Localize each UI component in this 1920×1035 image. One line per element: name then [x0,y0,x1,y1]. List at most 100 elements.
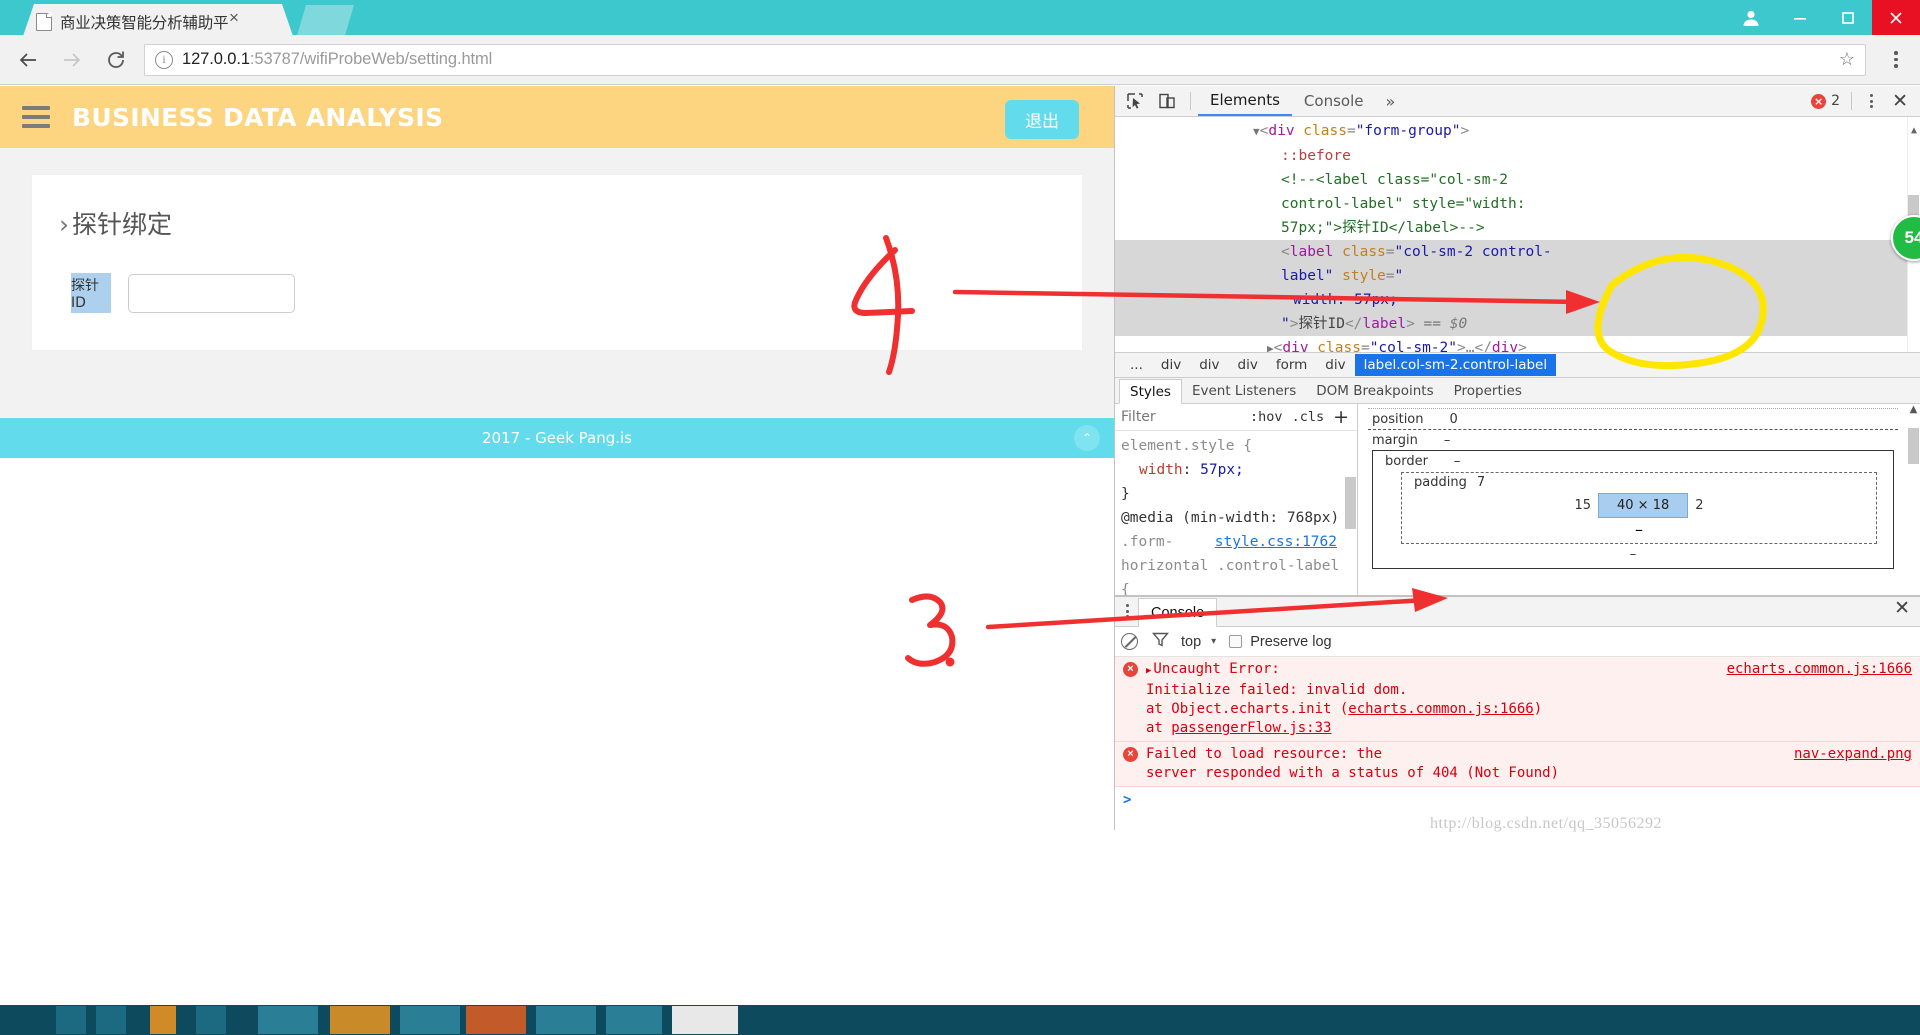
box-position-row: position 0 [1362,409,1920,429]
close-window-button[interactable] [1872,0,1920,35]
tab-event-listeners[interactable]: Event Listeners [1182,378,1306,403]
taskbar-icon[interactable] [150,1006,176,1034]
console-input-prompt[interactable]: > [1115,787,1920,814]
more-tabs-icon[interactable]: » [1375,92,1405,111]
maximize-button[interactable] [1824,0,1872,35]
taskbar-icon[interactable] [56,1006,86,1034]
taskbar-icon[interactable] [196,1006,226,1034]
dom-line[interactable]: label" style=" [1115,264,1920,288]
drawer-menu-icon[interactable] [1117,604,1138,626]
filter-funnel-icon[interactable] [1151,631,1170,653]
box-border-box: border – padding 7 15 40 × 18 2 – – [1372,450,1894,569]
chevron-down-icon[interactable]: ▾ [1211,636,1216,647]
tab-dom-breakpoints[interactable]: DOM Breakpoints [1306,378,1443,403]
console-messages[interactable]: × ▶ Uncaught Error: Initialize failed: in… [1115,657,1920,830]
breadcrumb-item[interactable]: div [1190,354,1228,376]
breadcrumb-item[interactable]: div [1152,354,1190,376]
dom-line[interactable]: ::before [1115,144,1920,168]
css-declaration[interactable]: width: 57px; [1121,458,1353,482]
console-line: Initialize failed: invalid dom. [1146,682,1408,698]
dom-line[interactable]: ▼<div class="form-group"> [1115,119,1920,144]
dom-tree[interactable]: ▼<div class="form-group"> ::before <!--<… [1115,117,1920,352]
minimize-button[interactable] [1776,0,1824,35]
tab-close-icon[interactable]: × [225,9,243,28]
box-margin-row: margin – [1362,430,1920,450]
styles-filter-input[interactable]: Filter [1121,409,1156,425]
breadcrumb-item[interactable]: div [1316,354,1354,376]
css-rule-selector-2[interactable]: style.css:1762 .form- [1121,530,1353,554]
preserve-log-checkbox[interactable] [1229,635,1243,648]
site-info-icon[interactable]: i [155,50,173,69]
drawer-close-icon[interactable]: ✕ [1894,597,1920,626]
profile-icon[interactable] [1726,0,1776,35]
taskbar-icon[interactable] [96,1006,126,1034]
logout-button[interactable]: 退出 [1005,100,1079,139]
css-scroll-thumb[interactable] [1345,477,1356,529]
css-source-link[interactable]: style.css:1762 [1215,530,1337,554]
probe-id-input[interactable] [128,273,295,313]
device-toolbar-icon[interactable] [1151,87,1183,115]
vscroll-up-icon[interactable]: ▲ [1907,404,1920,415]
reload-button-icon[interactable] [94,35,138,85]
collapse-chevron-icon[interactable]: ⌃ [1074,425,1100,451]
error-count-indicator[interactable]: × 2 [1811,93,1844,109]
taskbar-window[interactable] [606,1006,662,1034]
devtools-close-icon[interactable]: ✕ [1884,90,1916,112]
address-bar[interactable]: i 127.0.0.1:53787/wifiProbeWeb/setting.h… [144,43,1866,76]
tab-styles[interactable]: Styles [1119,379,1182,404]
clear-console-icon[interactable] [1121,633,1138,650]
console-source-link[interactable]: echarts.common.js:1666 [1727,660,1912,679]
new-style-rule-icon[interactable]: + [1333,406,1349,428]
console-message-error[interactable]: × ▶ Uncaught Error: Initialize failed: in… [1115,657,1920,742]
vscroll-thumb[interactable] [1908,428,1919,464]
toolbar-divider-2 [1851,92,1853,110]
inspect-element-icon[interactable] [1119,87,1151,115]
devtools-menu-icon[interactable] [1859,94,1884,108]
breadcrumb-item[interactable]: form [1267,354,1316,376]
scroll-up-icon[interactable]: ▲ [1908,117,1920,143]
drawer-tab-console[interactable]: Console [1138,598,1218,627]
console-line-stack-2: at passengerFlow.js:33 [1146,720,1332,736]
console-line: Failed to load resource: the [1146,746,1383,762]
console-source-link-2[interactable]: nav-expand.png [1794,745,1912,764]
console-line: Uncaught Error: [1153,661,1280,677]
taskbar-window[interactable] [400,1006,460,1034]
forward-button-icon[interactable] [50,35,94,85]
dom-line[interactable]: <!--<label class="col-sm-2 [1115,168,1920,192]
bookmark-star-icon[interactable]: ☆ [1839,49,1855,70]
box-border-value: – [1453,454,1461,469]
dom-line[interactable]: control-label" style="width: [1115,192,1920,216]
taskbar-window[interactable] [258,1006,318,1034]
tab-properties[interactable]: Properties [1444,378,1532,403]
cls-toggle[interactable]: .cls [1292,409,1325,425]
stack-link-2[interactable]: passengerFlow.js:33 [1171,720,1331,736]
dom-line[interactable]: ▶<div class="col-sm-2">…</div> [1115,336,1920,352]
hamburger-menu-icon[interactable] [22,106,50,128]
stack-link[interactable]: echarts.common.js:1666 [1348,701,1533,717]
dom-line[interactable]: width: 57px; [1115,288,1920,312]
breadcrumb-item[interactable]: ... [1121,354,1152,376]
taskbar-window-active[interactable] [672,1006,738,1034]
chrome-menu-icon[interactable] [1876,35,1916,85]
taskbar-window[interactable] [330,1006,390,1034]
tab-elements[interactable]: Elements [1198,86,1292,116]
breadcrumb-item-active[interactable]: label.col-sm-2.control-label [1354,354,1557,376]
start-button[interactable] [4,1006,48,1034]
dom-line[interactable]: 57px;">探针ID</label>--> [1115,216,1920,240]
new-tab-button[interactable] [296,5,354,39]
box-content-size[interactable]: 40 × 18 [1598,493,1689,518]
console-message-error-2[interactable]: × Failed to load resource: the server re… [1115,742,1920,787]
breadcrumb-item[interactable]: div [1229,354,1267,376]
hov-toggle[interactable]: :hov [1250,409,1283,425]
expand-triangle-icon[interactable]: ▶ [1146,666,1151,676]
dom-line-selected[interactable]: <label class="col-sm-2 control- [1115,240,1920,264]
console-context-selector[interactable]: top [1181,634,1201,650]
tab-console[interactable]: Console [1292,86,1376,116]
error-count: 2 [1831,93,1841,109]
back-button-icon[interactable] [6,35,50,85]
taskbar-window[interactable] [466,1006,526,1034]
dom-line[interactable]: ">探针ID</label> == $0 [1115,312,1920,336]
taskbar-window[interactable] [536,1006,596,1034]
css-rule-selector[interactable]: element.style { [1121,434,1353,458]
styles-tab-bar: Styles Event Listeners DOM Breakpoints P… [1115,377,1920,404]
